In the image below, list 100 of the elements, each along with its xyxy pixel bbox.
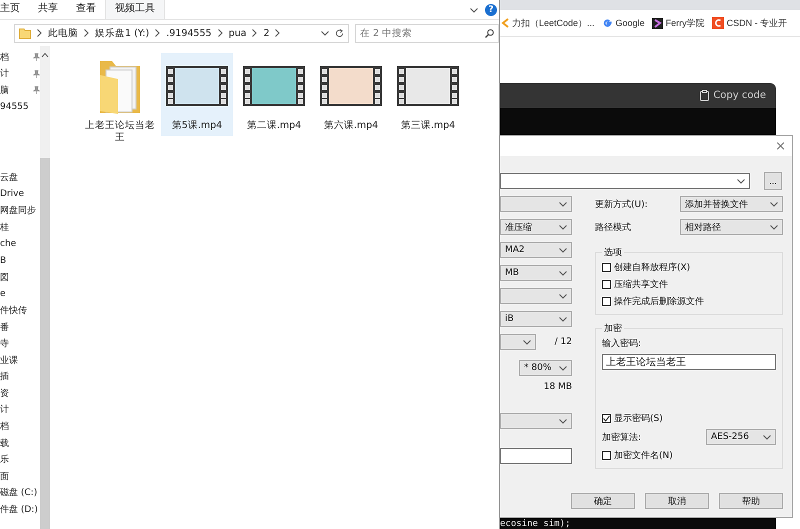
checkbox[interactable]: 加密文件名(N) [602, 449, 776, 462]
breadcrumb[interactable]: 此电脑 [48, 26, 78, 40]
browse-button[interactable]: ... [764, 172, 782, 190]
dropdown[interactable]: * 80% [519, 360, 572, 376]
bookmark-link[interactable]: CSDN - 专业开 [726, 16, 788, 30]
chevron-down-icon [559, 224, 567, 230]
nav-item[interactable]: 网盘同步 [0, 204, 36, 218]
chevron-right-icon [155, 29, 160, 37]
address-bar[interactable]: 此电脑 娱乐盘1 (Y:) .9194555 pua 2 [14, 24, 349, 42]
ribbon-tab[interactable]: 共享 [29, 0, 67, 19]
close-button[interactable]: × [775, 138, 786, 154]
help-button[interactable]: ? [485, 4, 497, 16]
size-text: 18 MB [542, 382, 572, 394]
breadcrumb[interactable]: 娱乐盘1 (Y:) [95, 26, 150, 40]
bookmark-link[interactable]: Google [616, 18, 645, 28]
chevron-down-icon [559, 248, 567, 252]
dialog-button[interactable]: 帮助 [719, 493, 783, 509]
expand-ribbon-icon[interactable] [470, 8, 478, 12]
google-icon [602, 18, 613, 28]
field-label: 路径模式 [595, 222, 631, 234]
ribbon-tab[interactable]: 视频工具 [105, 0, 165, 19]
chevron-right-icon [218, 29, 223, 37]
chevron-down-icon [559, 418, 567, 424]
refresh-icon[interactable] [335, 28, 344, 38]
chevron-down-icon [559, 202, 567, 206]
bookmark-link[interactable]: 力扣（LeetCode）... [512, 16, 595, 30]
scrollbar-thumb[interactable] [40, 158, 50, 529]
copy-code-button[interactable]: Copy code [700, 90, 766, 101]
chevron-down-icon [321, 30, 329, 36]
nav-item[interactable]: 寺 [0, 337, 9, 350]
folder-icon [19, 28, 31, 38]
nav-item[interactable]: 件盘 (D:) [0, 503, 38, 516]
nav-item[interactable]: 脑 [0, 84, 9, 97]
dropdown[interactable]: 准压缩 [500, 219, 572, 235]
dialog-button[interactable]: 取消 [645, 493, 709, 509]
checkbox-box[interactable] [602, 263, 611, 272]
chevron-down-icon [559, 294, 567, 298]
file-item[interactable]: 第5课.mp4 [161, 53, 233, 136]
dropdown[interactable]: MB [500, 265, 572, 281]
search-icon [485, 28, 494, 38]
nav-item[interactable]: 乐 [0, 453, 9, 466]
nav-item[interactable]: 载 [0, 436, 9, 450]
encryption-method-dropdown[interactable]: AES-256 [706, 429, 776, 445]
nav-item[interactable]: 资 [0, 386, 9, 400]
nav-item[interactable]: B [0, 256, 6, 266]
clipboard-icon [700, 90, 710, 101]
nav-item[interactable]: 面 [0, 470, 9, 483]
nav-item[interactable]: 桂 [0, 220, 9, 234]
video-thumbnail [397, 66, 459, 106]
group-title: 选项 [603, 246, 623, 259]
nav-item[interactable]: 件快传 [0, 304, 27, 317]
file-item[interactable]: 上老王论坛当老王 [84, 53, 156, 148]
bookmark-icon [501, 17, 509, 29]
video-thumbnail [320, 66, 382, 106]
nav-item[interactable]: 番 [0, 320, 9, 334]
chevron-down-icon [523, 340, 531, 344]
checkbox-box[interactable] [602, 280, 611, 289]
nav-item[interactable]: Drive [0, 189, 24, 200]
breadcrumb[interactable]: pua [228, 28, 246, 38]
page-count: / 12 [554, 337, 572, 347]
checkbox[interactable]: 显示密码(S) [602, 412, 776, 425]
nav-item[interactable]: 図 [0, 270, 9, 284]
update-mode-dropdown[interactable]: 添加并替换文件 [680, 196, 783, 212]
chevron-down-icon [770, 202, 778, 206]
dropdown[interactable]: iB [500, 311, 572, 327]
path-mode-dropdown[interactable]: 相对路径 [680, 219, 783, 235]
ribbon-tab[interactable]: 主页 [0, 0, 29, 19]
bookmark-link[interactable]: Ferry学院 [666, 16, 705, 30]
file-item[interactable]: 第六课.mp4 [315, 53, 387, 136]
checkbox-box[interactable] [602, 451, 611, 460]
chevron-down-icon [770, 224, 778, 230]
text-field[interactable] [500, 448, 572, 464]
nav-item[interactable]: 业课 [0, 354, 18, 367]
nav-item[interactable]: 磁盘 (C:) [0, 486, 38, 500]
nav-item[interactable]: e [0, 288, 6, 299]
archive-name-field[interactable] [500, 173, 750, 189]
field-label: 输入密码: [602, 338, 642, 350]
checkbox-box[interactable] [602, 414, 611, 423]
nav-item[interactable]: 计 [0, 403, 9, 416]
file-item[interactable]: 第二课.mp4 [238, 53, 310, 136]
dialog-button[interactable]: 确定 [571, 493, 635, 509]
password-field[interactable]: 上老王论坛当老王 [602, 354, 776, 370]
checkbox[interactable]: 创建自释放程序(X) [602, 261, 776, 274]
breadcrumb[interactable]: 2 [263, 28, 270, 38]
nav-item[interactable]: 计 [0, 67, 9, 80]
file-item[interactable]: 第三课.mp4 [392, 53, 464, 136]
nav-item[interactable]: 插 [0, 370, 9, 384]
ribbon-tab[interactable]: 查看 [67, 0, 105, 19]
chevron-right-icon [84, 29, 89, 37]
nav-item[interactable]: 档 [0, 50, 9, 64]
nav-item[interactable]: che [0, 239, 16, 250]
dropdown[interactable]: MA2 [500, 242, 572, 258]
nav-item[interactable]: 94555 [0, 102, 29, 112]
nav-item[interactable]: 云盘 [0, 171, 18, 184]
nav-item[interactable]: 档 [0, 420, 9, 434]
checkbox-box[interactable] [602, 297, 611, 306]
search-field[interactable]: 在 2 中搜索 [355, 24, 499, 42]
checkbox[interactable]: 压缩共享文件 [602, 278, 776, 291]
checkbox[interactable]: 操作完成后删除源文件 [602, 295, 776, 308]
breadcrumb[interactable]: .9194555 [166, 28, 212, 38]
